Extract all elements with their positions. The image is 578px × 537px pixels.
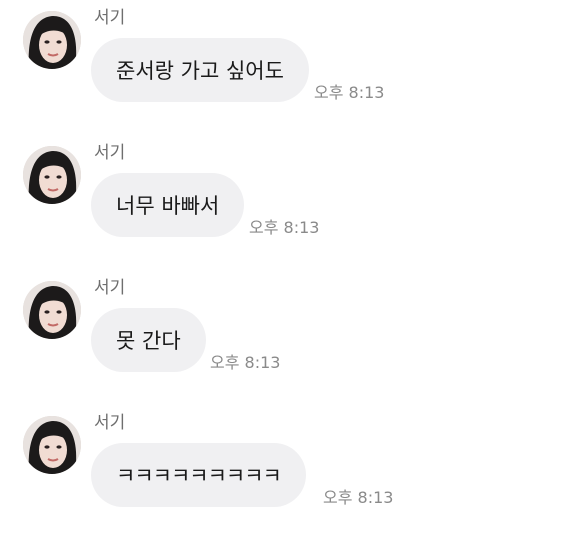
sender-name: 서기 — [94, 8, 126, 28]
message-time: 오후 8:13 — [249, 218, 320, 237]
avatar-photo-icon — [23, 146, 81, 204]
sender-name: 서기 — [94, 143, 126, 163]
avatar-photo-icon — [23, 416, 81, 474]
avatar-photo-icon — [23, 11, 81, 69]
avatar[interactable] — [23, 281, 81, 339]
chat-message: 서기 준서랑 가고 싶어도 오후 8:13 — [0, 0, 578, 132]
avatar-photo-icon — [23, 281, 81, 339]
message-bubble[interactable]: ㅋㅋㅋㅋㅋㅋㅋㅋㅋ — [91, 443, 306, 507]
avatar[interactable] — [23, 146, 81, 204]
message-time: 오후 8:13 — [323, 488, 394, 507]
message-bubble[interactable]: 못 간다 — [91, 308, 206, 372]
message-bubble[interactable]: 준서랑 가고 싶어도 — [91, 38, 309, 102]
message-time: 오후 8:13 — [314, 83, 385, 102]
message-bubble[interactable]: 너무 바빠서 — [91, 173, 245, 237]
sender-name: 서기 — [94, 413, 126, 433]
chat-message: 서기 너무 바빠서 오후 8:13 — [0, 135, 578, 267]
avatar[interactable] — [23, 11, 81, 69]
chat-message: 서기 못 간다 오후 8:13 — [0, 270, 578, 402]
sender-name: 서기 — [94, 278, 126, 298]
avatar[interactable] — [23, 416, 81, 474]
message-time: 오후 8:13 — [210, 353, 281, 372]
chat-message: 서기 ㅋㅋㅋㅋㅋㅋㅋㅋㅋ 오후 8:13 — [0, 405, 578, 537]
